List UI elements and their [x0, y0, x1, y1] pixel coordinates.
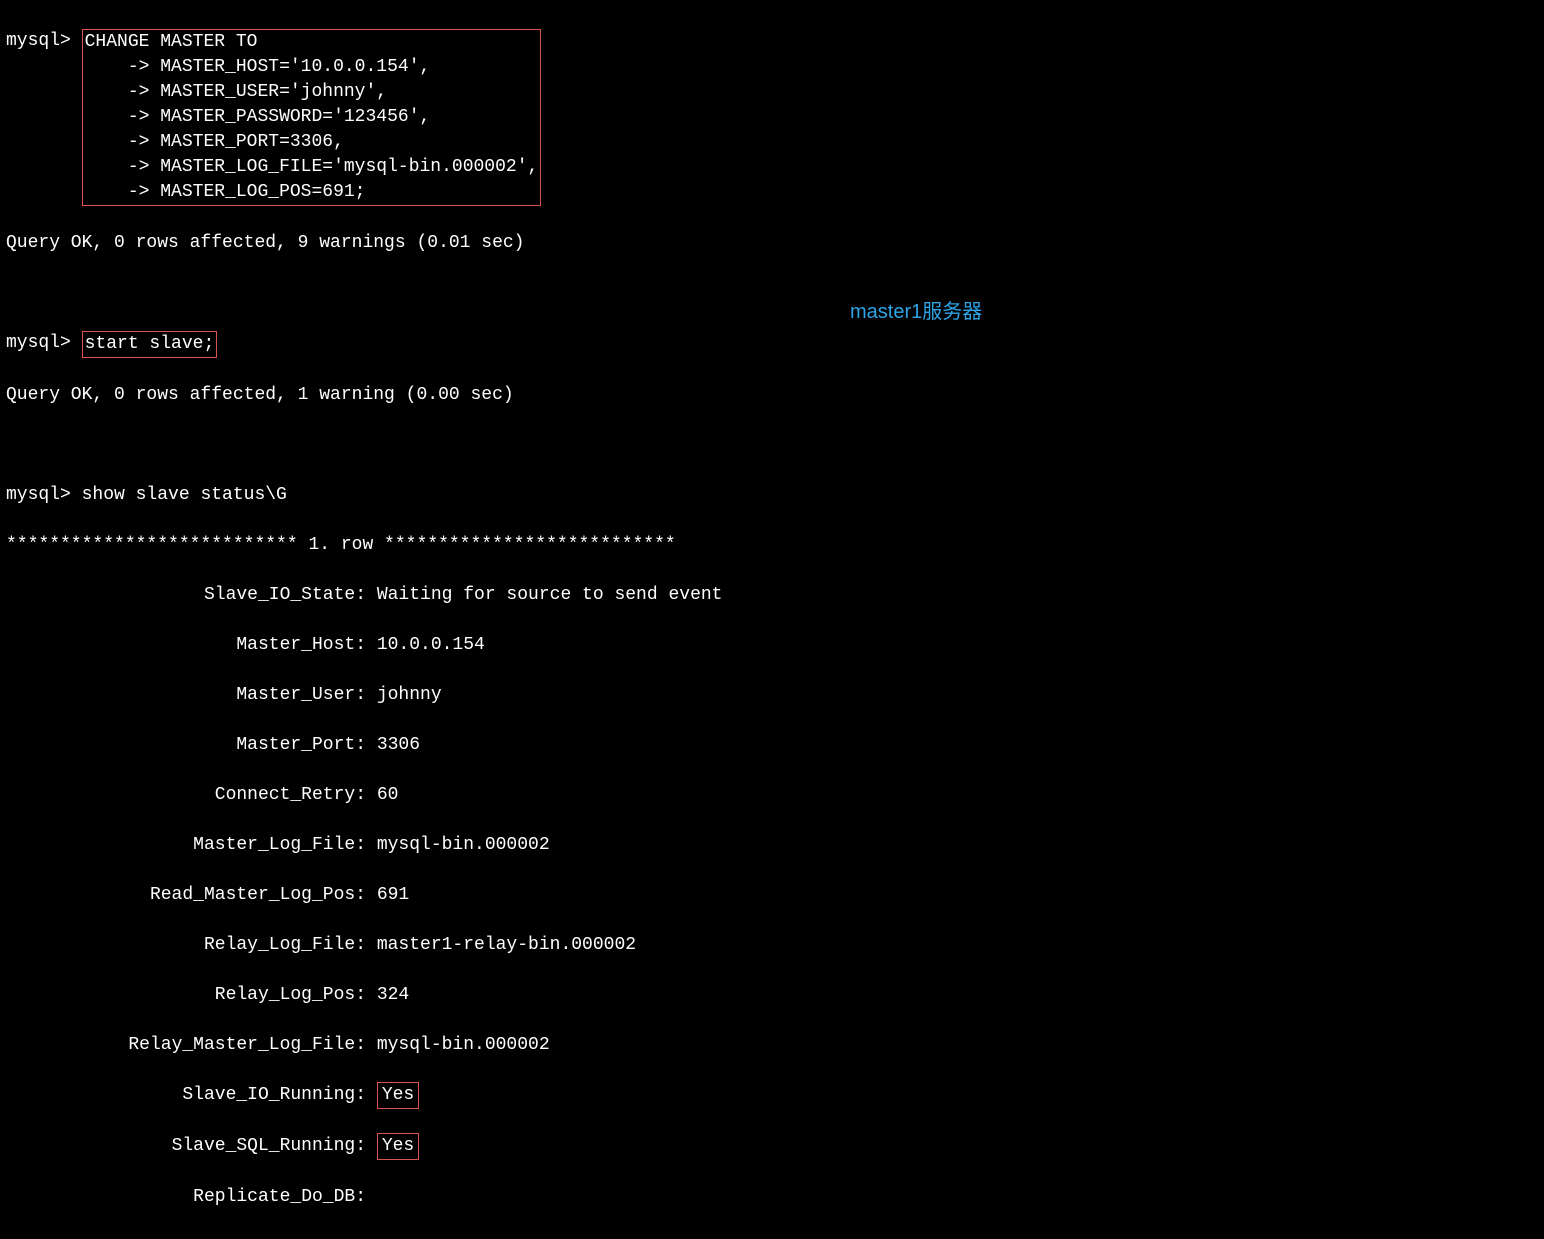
status-label: Read_Master_Log_Pos:: [6, 883, 366, 908]
status-value: Yes: [382, 1136, 414, 1156]
cmd-line: MASTER_PASSWORD='123456',: [160, 107, 430, 127]
query-result: Query OK, 0 rows affected, 9 warnings (0…: [6, 231, 1538, 256]
mysql-prompt: mysql>: [6, 485, 71, 505]
status-label: Slave_IO_Running:: [6, 1083, 366, 1108]
status-label: Master_Host:: [6, 633, 366, 658]
cmd-line: MASTER_HOST='10.0.0.154',: [160, 57, 430, 77]
query-result: Query OK, 0 rows affected, 1 warning (0.…: [6, 383, 1538, 408]
status-label: Relay_Log_Pos:: [6, 983, 366, 1008]
cmd-line: MASTER_PORT=3306,: [160, 132, 344, 152]
status-value: mysql-bin.000002: [377, 1033, 550, 1058]
status-value: 324: [377, 983, 409, 1008]
status-value: johnny: [377, 683, 442, 708]
mysql-prompt: mysql>: [6, 31, 71, 51]
cmd-line: CHANGE MASTER TO: [85, 30, 539, 55]
status-label: Connect_Retry:: [6, 783, 366, 808]
cmd-line: MASTER_USER='johnny',: [160, 82, 387, 102]
change-master-command-box: CHANGE MASTER TO -> MASTER_HOST='10.0.0.…: [82, 29, 542, 206]
slave-sql-running-highlight: Yes: [377, 1133, 419, 1160]
cmd-line: MASTER_LOG_FILE='mysql-bin.000002',: [160, 157, 538, 177]
status-value: Yes: [382, 1085, 414, 1105]
terminal-output: mysql> CHANGE MASTER TO -> MASTER_HOST='…: [0, 0, 1544, 1239]
status-label: Slave_IO_State:: [6, 583, 366, 608]
start-slave-command-box: start slave;: [82, 331, 218, 358]
status-label: Replicate_Do_DB:: [6, 1185, 366, 1210]
status-label: Slave_SQL_Running:: [6, 1134, 366, 1159]
status-value: master1-relay-bin.000002: [377, 933, 636, 958]
status-label: Master_Port:: [6, 733, 366, 758]
row-header: *************************** 1. row *****…: [6, 533, 1538, 558]
mysql-prompt: mysql>: [6, 333, 71, 353]
status-label: Master_User:: [6, 683, 366, 708]
status-label: Relay_Log_File:: [6, 933, 366, 958]
slave-io-running-highlight: Yes: [377, 1082, 419, 1109]
status-value: 3306: [377, 733, 420, 758]
status-value: mysql-bin.000002: [377, 833, 550, 858]
server-annotation: master1服务器: [850, 300, 982, 325]
show-slave-status-command: show slave status\G: [82, 485, 287, 505]
status-label: Relay_Master_Log_File:: [6, 1033, 366, 1058]
status-label: Master_Log_File:: [6, 833, 366, 858]
status-value: 60: [377, 783, 399, 808]
status-value: 691: [377, 883, 409, 908]
cmd-line: MASTER_LOG_POS=691;: [160, 182, 365, 202]
status-value: 10.0.0.154: [377, 633, 485, 658]
status-value: Waiting for source to send event: [377, 583, 723, 608]
